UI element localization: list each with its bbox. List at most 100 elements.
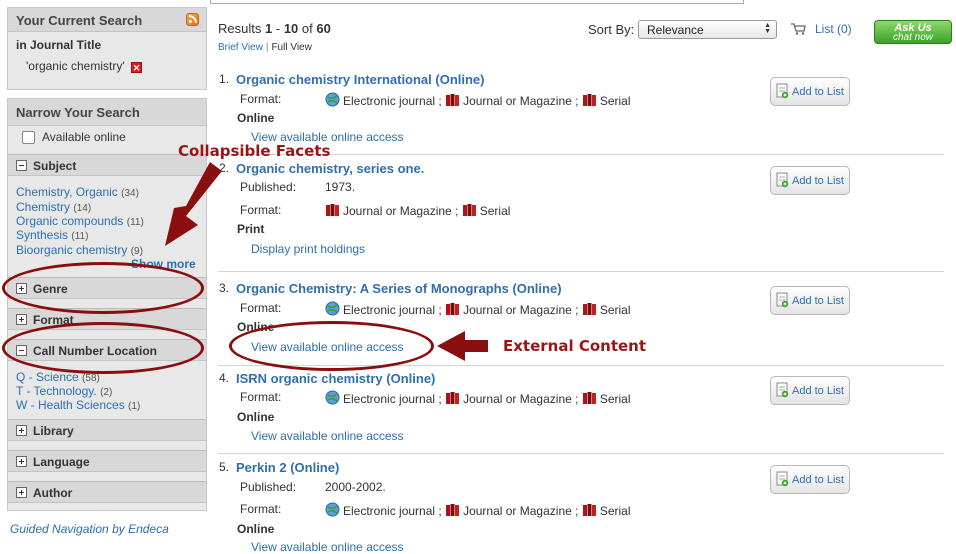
plus-icon bbox=[16, 456, 27, 467]
books-icon bbox=[582, 392, 596, 404]
result-title-link[interactable]: ISRN organic chemistry (Online) bbox=[236, 371, 435, 386]
online-access-link[interactable]: View available online access bbox=[251, 540, 404, 554]
result-title-link[interactable]: Perkin 2 (Online) bbox=[236, 460, 339, 475]
format-values: Electronic journal ; Journal or Magazine… bbox=[325, 502, 631, 518]
result-title-link[interactable]: Organic chemistry International (Online) bbox=[236, 72, 485, 87]
add-to-list-label: Add to List bbox=[792, 474, 844, 486]
current-search-field-label: in Journal Title bbox=[16, 38, 102, 52]
facet-value-link[interactable]: Synthesis bbox=[16, 228, 68, 242]
plus-icon bbox=[16, 425, 27, 436]
available-online-checkbox[interactable] bbox=[22, 131, 35, 144]
list-link[interactable]: List (0) bbox=[815, 22, 852, 36]
facet-value-link[interactable]: Bioorganic chemistry bbox=[16, 243, 127, 257]
books-icon bbox=[582, 94, 596, 106]
published-value: 2000-2002. bbox=[325, 480, 386, 494]
rss-icon[interactable] bbox=[186, 13, 199, 26]
facet-value-link[interactable]: Chemistry, Organic bbox=[16, 185, 118, 199]
availability-label: Online bbox=[237, 111, 275, 125]
facet-language-label: Language bbox=[33, 455, 90, 469]
current-search-value: 'organic chemistry' ✕ bbox=[26, 59, 142, 73]
select-arrows-icon: ▲ ▼ bbox=[764, 22, 771, 35]
add-to-list-label: Add to List bbox=[792, 175, 844, 187]
results-count: Results 1 - 10 of 60 bbox=[218, 21, 331, 36]
facet-library[interactable]: Library bbox=[8, 419, 206, 441]
add-to-list-button[interactable]: Add to List bbox=[770, 77, 850, 106]
plus-icon bbox=[16, 314, 27, 325]
online-access-link[interactable]: View available online access bbox=[251, 429, 404, 443]
facet-value[interactable]: Chemistry (14) bbox=[16, 200, 91, 214]
external-content-highlight-ellipse bbox=[229, 321, 434, 371]
facet-value[interactable]: T - Technology. (2) bbox=[16, 384, 112, 398]
facet-value-count: (34) bbox=[121, 188, 139, 199]
remove-icon[interactable]: ✕ bbox=[130, 62, 142, 73]
sort-by-label: Sort By: bbox=[588, 22, 635, 37]
narrow-search-header: Narrow Your Search bbox=[8, 99, 206, 126]
brief-view-link[interactable]: Brief View bbox=[218, 42, 263, 53]
facet-subject[interactable]: Subject bbox=[8, 154, 206, 176]
facet-value[interactable]: Synthesis (11) bbox=[16, 228, 88, 242]
availability-label: Online bbox=[237, 522, 275, 536]
globe-icon bbox=[325, 502, 340, 517]
results-end: 10 bbox=[283, 21, 299, 36]
books-icon bbox=[326, 204, 339, 216]
available-online-label: Available online bbox=[42, 130, 126, 144]
facet-author[interactable]: Author bbox=[8, 481, 206, 503]
facet-value[interactable]: Organic compounds (11) bbox=[16, 214, 144, 228]
facet-library-label: Library bbox=[33, 424, 74, 438]
cart-icon[interactable] bbox=[791, 23, 806, 35]
add-to-list-button[interactable]: Add to List bbox=[770, 376, 850, 405]
add-to-list-button[interactable]: Add to List bbox=[770, 286, 850, 315]
books-icon bbox=[582, 303, 596, 315]
narrow-search-title: Narrow Your Search bbox=[16, 105, 140, 120]
result-title-link[interactable]: Organic Chemistry: A Series of Monograph… bbox=[236, 281, 562, 296]
format-label: Format: bbox=[240, 502, 282, 516]
add-to-list-icon bbox=[776, 471, 789, 487]
facet-value[interactable]: W - Health Sciences (1) bbox=[16, 398, 140, 412]
search-input-edge[interactable] bbox=[210, 0, 744, 4]
format-label: Format: bbox=[240, 203, 282, 217]
availability-label: Print bbox=[237, 222, 265, 236]
format-value: Journal or Magazine bbox=[463, 504, 572, 518]
facet-language[interactable]: Language bbox=[8, 450, 206, 472]
print-holdings-link[interactable]: Display print holdings bbox=[251, 242, 365, 256]
results-dash: - bbox=[275, 21, 281, 36]
results-of: of bbox=[301, 21, 313, 36]
format-value: Serial bbox=[599, 303, 631, 317]
facet-value-link[interactable]: T - Technology. bbox=[16, 384, 97, 398]
add-to-list-label: Add to List bbox=[792, 385, 844, 397]
format-values: Electronic journal ; Journal or Magazine… bbox=[325, 301, 631, 317]
books-icon bbox=[582, 504, 596, 516]
result-title-link[interactable]: Organic chemistry, series one. bbox=[236, 161, 424, 176]
result-number: 3. bbox=[219, 281, 230, 295]
external-arrow-icon bbox=[437, 331, 488, 361]
add-to-list-label: Add to List bbox=[792, 86, 844, 98]
add-to-list-button[interactable]: Add to List bbox=[770, 465, 850, 494]
facet-value-count: (1) bbox=[128, 401, 141, 412]
facet-value[interactable]: Chemistry, Organic (34) bbox=[16, 185, 139, 199]
results-prefix: Results bbox=[218, 21, 262, 36]
facet-value-link[interactable]: W - Health Sciences bbox=[16, 398, 125, 412]
genre-highlight-ellipse bbox=[2, 262, 204, 314]
format-value: Electronic journal bbox=[343, 303, 436, 317]
facet-author-label: Author bbox=[33, 486, 73, 500]
add-to-list-icon bbox=[776, 382, 789, 398]
chat-now-label: chat now bbox=[892, 32, 934, 43]
ask-us-chat-button[interactable]: Ask Us chat now bbox=[874, 20, 952, 44]
result-divider bbox=[218, 453, 944, 454]
add-to-list-button[interactable]: Add to List bbox=[770, 166, 850, 195]
facet-value[interactable]: Bioorganic chemistry (9) bbox=[16, 243, 143, 257]
format-value: Serial bbox=[599, 392, 631, 406]
view-separator: | bbox=[265, 42, 269, 53]
call-number-highlight-ellipse bbox=[2, 322, 204, 374]
facet-value-link[interactable]: Organic compounds bbox=[16, 214, 123, 228]
format-value: Electronic journal bbox=[343, 94, 436, 108]
sort-select[interactable]: Relevance ▲ ▼ bbox=[638, 20, 777, 39]
facet-value-count: (2) bbox=[100, 387, 113, 398]
format-value: Journal or Magazine bbox=[463, 392, 572, 406]
format-label: Format: bbox=[240, 92, 282, 106]
guided-navigation-link[interactable]: Guided Navigation by Endeca bbox=[10, 522, 169, 536]
add-to-list-icon bbox=[776, 172, 789, 188]
format-label: Format: bbox=[240, 390, 282, 404]
format-value: Journal or Magazine bbox=[343, 204, 452, 218]
facet-value-link[interactable]: Chemistry bbox=[16, 200, 70, 214]
